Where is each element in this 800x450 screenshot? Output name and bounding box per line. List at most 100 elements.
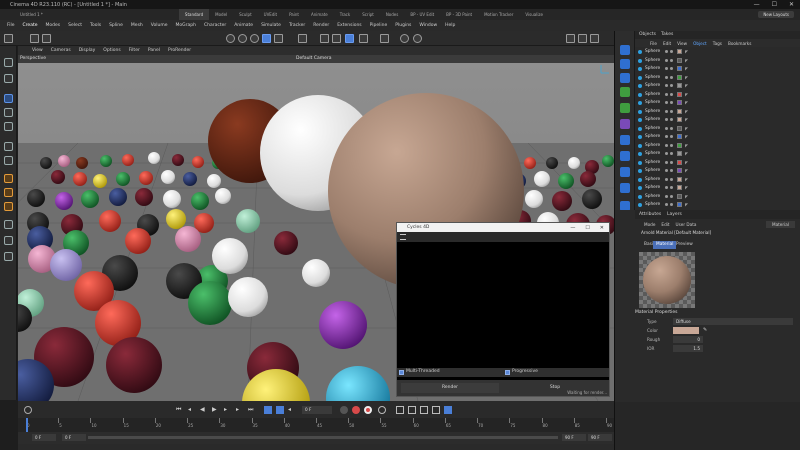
material-tag-icon[interactable] (677, 108, 682, 114)
polygons-icon[interactable] (4, 202, 13, 211)
material-tag-icon[interactable] (677, 49, 682, 54)
render-visibility-dot[interactable] (670, 143, 673, 147)
material-tag-icon[interactable] (677, 151, 682, 156)
object-row[interactable]: Sphere ◤ (635, 65, 800, 73)
snap-icon[interactable] (345, 34, 354, 43)
record-icon[interactable] (352, 406, 360, 414)
cube-icon[interactable] (620, 45, 630, 55)
start-field[interactable]: 0 F (32, 434, 56, 441)
menu-mograph[interactable]: MoGraph (172, 23, 200, 28)
object-row[interactable]: Sphere ◤ (635, 159, 800, 167)
material-tag-icon[interactable] (677, 168, 682, 173)
array-icon[interactable] (620, 87, 630, 97)
render-to-picture-viewer-icon[interactable] (413, 34, 422, 43)
editor-visibility-dot[interactable] (665, 203, 668, 206)
x-axis-icon[interactable] (274, 34, 283, 43)
type-select[interactable]: Diffuse (673, 318, 793, 325)
workplane-icon[interactable] (359, 34, 368, 43)
material-tag-icon[interactable] (677, 57, 682, 63)
light-icon[interactable] (620, 183, 630, 193)
go-to-start-icon[interactable]: ⏮ (176, 406, 184, 414)
param-key-icon[interactable] (432, 406, 440, 414)
object-row[interactable]: Sphere ◤ (635, 91, 800, 99)
magnet-icon[interactable] (4, 236, 13, 245)
render-visibility-dot[interactable] (670, 203, 673, 206)
editor-visibility-dot[interactable] (665, 109, 668, 113)
tab-takes[interactable]: Takes (661, 32, 673, 37)
tab-bp-3d-paint[interactable]: BP - 3D Paint (440, 9, 478, 20)
min-field[interactable]: 0 F (62, 434, 86, 441)
tab-uvedit[interactable]: UVEdit (258, 9, 283, 20)
object-row[interactable]: Sphere ◤ (635, 82, 800, 90)
material-tag-icon[interactable] (677, 91, 682, 97)
menu-create[interactable]: Create (19, 23, 42, 28)
timeline-ruler[interactable]: 0 5 10 15 20 25 30 35 40 45 50 55 60 65 70 75 80 85 90 (18, 418, 614, 432)
object-row[interactable]: Sphere ◤ (635, 48, 800, 56)
new-layouts-button[interactable]: New Layouts (758, 11, 794, 18)
scale-tool-icon[interactable] (238, 34, 247, 43)
select-icon[interactable] (4, 74, 13, 83)
file-tab[interactable]: Untitled 1 * (0, 9, 49, 20)
multi-threaded-checkbox[interactable] (399, 370, 404, 375)
rotate-icon[interactable] (4, 108, 13, 117)
undo-icon[interactable] (30, 34, 39, 43)
menu-tools[interactable]: Tools (86, 23, 105, 28)
editor-visibility-dot[interactable] (665, 67, 668, 70)
rw-minimize-icon[interactable]: — (570, 225, 575, 231)
knife-icon[interactable] (4, 156, 13, 165)
render-region-icon[interactable] (380, 34, 389, 43)
viewport-menu-prorender[interactable]: ProRender (164, 48, 195, 53)
field-icon[interactable] (620, 135, 630, 145)
material-tag-icon[interactable] (677, 74, 682, 80)
render-visibility-dot[interactable] (670, 118, 673, 121)
cloner-icon[interactable] (620, 103, 630, 113)
tab-model[interactable]: Model (209, 9, 233, 20)
settings-icon[interactable] (24, 406, 32, 414)
menu-modes[interactable]: Modes (41, 23, 64, 28)
object-row[interactable]: Sphere ◤ (635, 57, 800, 65)
om-menu-view[interactable]: View (674, 41, 690, 46)
render-visibility-dot[interactable] (670, 67, 673, 70)
menu-mesh[interactable]: Mesh (127, 23, 147, 28)
material-tag-icon[interactable] (677, 100, 682, 105)
polygon-pen-icon[interactable] (4, 142, 13, 151)
viewport-menu-view[interactable]: View (28, 48, 47, 53)
sound-icon[interactable]: ◂ (288, 406, 296, 414)
render-visibility-dot[interactable] (670, 177, 673, 181)
object-row[interactable]: Sphere ◤ (635, 193, 800, 201)
brush-icon[interactable] (4, 220, 13, 229)
menu-render[interactable]: Render (309, 23, 333, 28)
hamburger-icon[interactable] (400, 234, 406, 240)
render-visibility-dot[interactable] (670, 92, 673, 96)
object-row[interactable]: Sphere ◤ (635, 201, 800, 209)
object-row[interactable]: Sphere ◤ (635, 150, 800, 158)
material-tag-icon[interactable] (677, 117, 682, 122)
go-to-end-icon[interactable]: ⏭ (248, 406, 256, 414)
ior-field[interactable]: 1.5 (673, 345, 703, 352)
render-visibility-dot[interactable] (670, 135, 673, 138)
material-tag-icon[interactable] (677, 134, 682, 139)
object-row[interactable]: Sphere ◤ (635, 74, 800, 82)
autokey-icon[interactable] (364, 406, 372, 414)
pen-icon[interactable] (620, 59, 630, 69)
editor-visibility-dot[interactable] (665, 75, 668, 79)
tab-bp-uv-edit[interactable]: BP - UV Edit (404, 9, 440, 20)
redo-icon[interactable] (42, 34, 51, 43)
menu-animate[interactable]: Animate (230, 23, 257, 28)
object-row[interactable]: Sphere ◤ (635, 142, 800, 150)
progressive-checkbox[interactable] (505, 370, 510, 375)
points-mode-icon[interactable] (332, 34, 341, 43)
range-icon[interactable] (276, 406, 284, 414)
mode-select[interactable]: Material (765, 220, 795, 228)
editor-visibility-dot[interactable] (665, 84, 668, 87)
editor-visibility-dot[interactable] (665, 135, 668, 138)
pla-key-icon[interactable] (444, 406, 452, 414)
render-visibility-dot[interactable] (670, 194, 673, 198)
move-icon[interactable] (4, 94, 13, 103)
max-field[interactable]: 90 F (588, 434, 612, 441)
tab-visualize[interactable]: Visualize (519, 9, 549, 20)
editor-visibility-dot[interactable] (665, 169, 668, 172)
scale-key-icon[interactable] (408, 406, 416, 414)
prev-frame-icon[interactable]: ◀ (200, 406, 208, 414)
editor-visibility-dot[interactable] (665, 58, 668, 62)
